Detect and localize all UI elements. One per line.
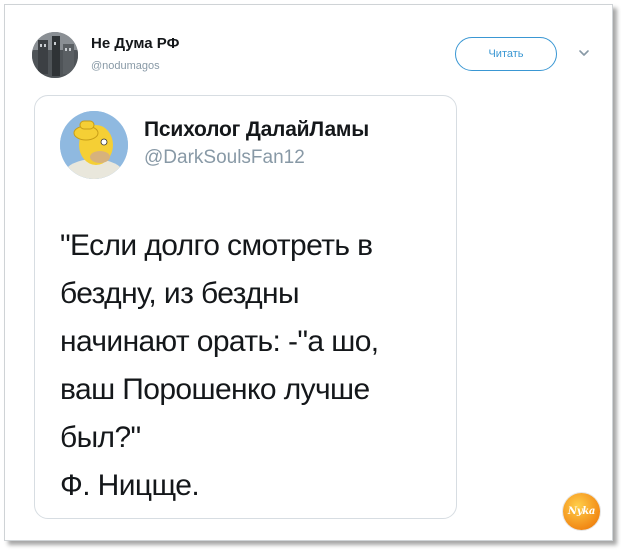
author-handle[interactable]: @nodumagos: [91, 60, 160, 72]
watermark-logo-icon: Nyka: [563, 493, 600, 530]
avatar-image: [60, 111, 128, 179]
quoted-author-name[interactable]: Психолог ДалайЛамы: [144, 118, 369, 142]
quoted-author-handle[interactable]: @DarkSoulsFan12: [144, 147, 305, 169]
quoted-tweet-text: "Если долго смотреть в бездну, из бездны…: [60, 229, 379, 502]
avatar-image: [32, 32, 78, 78]
watermark-label: Nyka: [567, 506, 596, 517]
author-name[interactable]: Не Дума РФ: [91, 35, 179, 52]
follow-button[interactable]: Читать: [455, 37, 557, 71]
building-avatar-icon[interactable]: [32, 32, 78, 78]
chevron-down-icon[interactable]: [577, 46, 591, 60]
cartoon-character-avatar-icon[interactable]: [60, 111, 128, 179]
